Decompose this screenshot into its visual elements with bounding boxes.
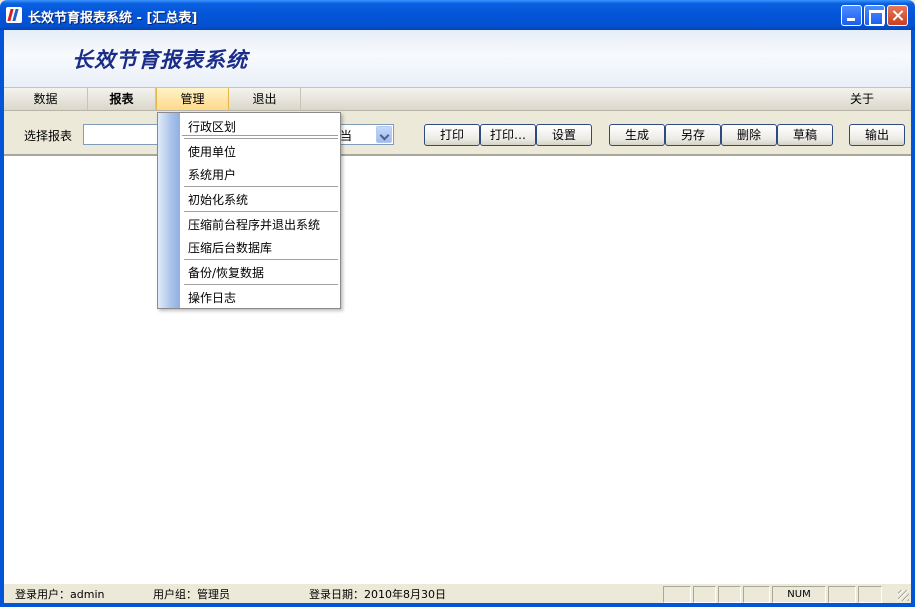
- status-user: 登录用户：admin: [15, 588, 105, 601]
- report-select-input[interactable]: [83, 124, 159, 145]
- status-panel: [693, 586, 716, 603]
- menu-separator: [184, 211, 338, 212]
- menu-separator: [184, 138, 338, 139]
- status-panel: [828, 586, 856, 603]
- menu-item-exit[interactable]: 退出: [229, 88, 301, 110]
- close-button[interactable]: [887, 5, 908, 26]
- resize-grip-icon[interactable]: [898, 590, 909, 601]
- status-date: 登录日期：2010年8月30日: [309, 588, 446, 601]
- manage-dropdown-menu: 行政区划 使用单位 系统用户 初始化系统 压缩前台程序并退出系统 压缩后台数据库…: [157, 112, 341, 309]
- maximize-button[interactable]: [864, 5, 885, 26]
- menu-separator: [184, 186, 338, 187]
- minimize-button[interactable]: [841, 5, 862, 26]
- menu-item-init-system[interactable]: 初始化系统: [188, 191, 248, 208]
- menu-item-about[interactable]: 关于: [832, 88, 892, 110]
- export-button[interactable]: 输出: [849, 124, 905, 146]
- menu-item-report[interactable]: 报表: [88, 88, 156, 110]
- window-title: 长效节育报表系统 - [汇总表]: [28, 11, 198, 26]
- app-icon[interactable]: [6, 7, 22, 23]
- period-select[interactable]: 当: [336, 124, 394, 145]
- select-report-label: 选择报表: [24, 129, 73, 143]
- status-panel: [663, 586, 691, 603]
- generate-button[interactable]: 生成: [609, 124, 665, 146]
- delete-button[interactable]: 删除: [721, 124, 777, 146]
- menu-item-manage[interactable]: 管理: [156, 88, 229, 110]
- menu-bar: 数据 报表 管理 退出 关于: [4, 87, 911, 111]
- menu-separator: [184, 284, 338, 285]
- menu-item-backup-restore[interactable]: 备份/恢复数据: [188, 264, 264, 281]
- chevron-down-icon[interactable]: [376, 126, 392, 143]
- banner-title: 长效节育报表系统: [72, 48, 248, 72]
- menu-item-compress-frontend-exit[interactable]: 压缩前台程序并退出系统: [188, 216, 320, 233]
- draft-button[interactable]: 草稿: [777, 124, 833, 146]
- print-button[interactable]: 打印: [424, 124, 480, 146]
- menu-icon-strip: [158, 113, 180, 308]
- title-bar[interactable]: 长效节育报表系统 - [汇总表]: [0, 0, 915, 30]
- menu-item-user-unit[interactable]: 使用单位: [188, 143, 236, 160]
- status-group: 用户组：管理员: [153, 588, 230, 601]
- menu-item-data[interactable]: 数据: [4, 88, 88, 110]
- banner: 长效节育报表系统: [4, 30, 911, 87]
- status-panel: [718, 586, 741, 603]
- save-as-button[interactable]: 另存: [665, 124, 721, 146]
- menu-separator: [184, 259, 338, 260]
- menu-item-admin-division[interactable]: 行政区划: [188, 118, 236, 135]
- status-num-panel: NUM: [772, 586, 826, 603]
- menu-item-compress-backend-db[interactable]: 压缩后台数据库: [188, 239, 272, 256]
- toolbar: 选择报表 当 打印 打印… 设置 生成 另存 删除 草稿 输出: [4, 112, 911, 156]
- menu-item-system-users[interactable]: 系统用户: [188, 166, 236, 183]
- report-select-field[interactable]: [84, 125, 158, 144]
- status-panel: [858, 586, 882, 603]
- print-more-button[interactable]: 打印…: [480, 124, 536, 146]
- menu-item-operation-log[interactable]: 操作日志: [188, 289, 236, 306]
- report-content-area[interactable]: [4, 156, 911, 583]
- settings-button[interactable]: 设置: [536, 124, 592, 146]
- status-bar: 登录用户：admin 用户组：管理员 登录日期：2010年8月30日 NUM: [4, 583, 911, 603]
- status-panel: [743, 586, 770, 603]
- period-select-value: 当: [340, 129, 353, 143]
